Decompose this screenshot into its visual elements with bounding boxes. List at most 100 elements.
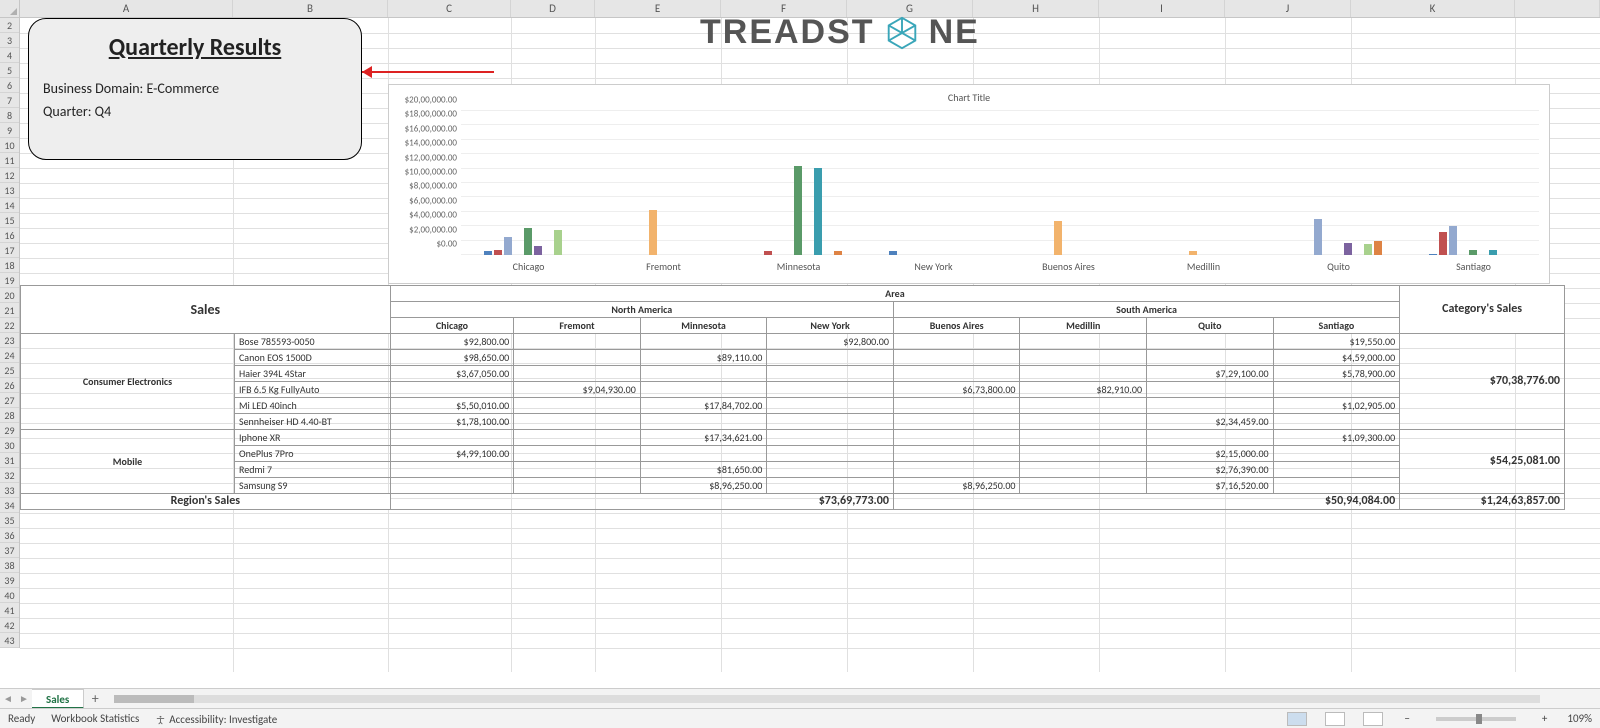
value-cell[interactable]: $2,76,390.00 (1147, 462, 1274, 478)
na-total[interactable]: $73,69,773.00 (390, 494, 893, 510)
callout-box[interactable]: Quarterly Results Business Domain: E-Com… (28, 18, 362, 160)
row-10[interactable]: 10 (0, 138, 19, 153)
value-cell[interactable] (1273, 382, 1400, 398)
col-B[interactable]: B (233, 0, 388, 17)
value-cell[interactable]: $81,650.00 (640, 462, 767, 478)
data-table[interactable]: Sales Area Category's Sales North Americ… (20, 285, 1565, 510)
status-accessibility[interactable]: Accessibility: Investigate (155, 712, 277, 726)
table-row[interactable]: OnePlus 7Pro$4,99,100.00$2,15,000.00 (21, 446, 1565, 462)
row-25[interactable]: 25 (0, 363, 19, 378)
value-cell[interactable] (640, 382, 767, 398)
sa-total[interactable]: $50,94,084.00 (893, 494, 1399, 510)
value-cell[interactable] (390, 478, 514, 494)
value-cell[interactable] (893, 414, 1020, 430)
table-row[interactable]: Samsung S9$8,96,250.00$8,96,250.00$7,16,… (21, 478, 1565, 494)
row-43[interactable]: 43 (0, 633, 19, 648)
region-sa[interactable]: South America (893, 302, 1399, 318)
value-cell[interactable] (767, 398, 894, 414)
row-15[interactable]: 15 (0, 213, 19, 228)
table-row[interactable]: Mi LED 40inch$5,50,010.00$17,84,702.00$1… (21, 398, 1565, 414)
city-header[interactable]: Minnesota (640, 318, 767, 334)
sales-header[interactable]: Sales (21, 286, 391, 334)
row-24[interactable]: 24 (0, 348, 19, 363)
row-3[interactable]: 3 (0, 33, 19, 48)
value-cell[interactable] (767, 462, 894, 478)
table-row[interactable]: IFB 6.5 Kg FullyAuto$9,04,930.00$6,73,80… (21, 382, 1565, 398)
table-row[interactable]: Consumer ElectronicsBose 785593-0050$92,… (21, 334, 1565, 350)
row-27[interactable]: 27 (0, 393, 19, 408)
value-cell[interactable] (514, 430, 641, 446)
value-cell[interactable] (390, 462, 514, 478)
product-cell[interactable]: Haier 394L 4Star (234, 366, 390, 382)
value-cell[interactable] (1147, 350, 1274, 366)
row-16[interactable]: 16 (0, 228, 19, 243)
row-30[interactable]: 30 (0, 438, 19, 453)
value-cell[interactable] (767, 366, 894, 382)
row-headers[interactable]: 2345678910111213141516171819202122232425… (0, 18, 20, 648)
value-cell[interactable] (1273, 446, 1400, 462)
value-cell[interactable]: $5,78,900.00 (1273, 366, 1400, 382)
area-header[interactable]: Area (390, 286, 1399, 302)
cat-sales-header[interactable]: Category's Sales (1400, 286, 1565, 334)
table-row[interactable]: Canon EOS 1500D$98,650.00$89,110.00$4,59… (21, 350, 1565, 366)
value-cell[interactable] (640, 414, 767, 430)
value-cell[interactable] (390, 430, 514, 446)
product-cell[interactable]: Bose 785593-0050 (234, 334, 390, 350)
value-cell[interactable] (514, 350, 641, 366)
row-29[interactable]: 29 (0, 423, 19, 438)
row-42[interactable]: 42 (0, 618, 19, 633)
value-cell[interactable] (1273, 478, 1400, 494)
value-cell[interactable] (767, 350, 894, 366)
row-21[interactable]: 21 (0, 303, 19, 318)
value-cell[interactable]: $1,09,300.00 (1273, 430, 1400, 446)
col-K[interactable]: K (1351, 0, 1515, 17)
value-cell[interactable]: $98,650.00 (390, 350, 514, 366)
value-cell[interactable] (514, 414, 641, 430)
value-cell[interactable] (640, 446, 767, 462)
region-na[interactable]: North America (390, 302, 893, 318)
value-cell[interactable] (893, 334, 1020, 350)
row-34[interactable]: 34 (0, 498, 19, 513)
row-12[interactable]: 12 (0, 168, 19, 183)
city-header[interactable]: Chicago (390, 318, 514, 334)
value-cell[interactable] (514, 446, 641, 462)
row-11[interactable]: 11 (0, 153, 19, 168)
row-17[interactable]: 17 (0, 243, 19, 258)
select-all-triangle[interactable] (0, 0, 20, 18)
row-4[interactable]: 4 (0, 48, 19, 63)
grand-total[interactable]: $1,24,63,857.00 (1400, 494, 1565, 510)
value-cell[interactable]: $4,59,000.00 (1273, 350, 1400, 366)
value-cell[interactable] (1020, 462, 1147, 478)
view-normal-button[interactable] (1287, 712, 1307, 726)
city-header[interactable]: Buenos Aires (893, 318, 1020, 334)
row-32[interactable]: 32 (0, 468, 19, 483)
value-cell[interactable] (893, 350, 1020, 366)
value-cell[interactable]: $8,96,250.00 (893, 478, 1020, 494)
value-cell[interactable] (1020, 398, 1147, 414)
row-2[interactable]: 2 (0, 18, 19, 33)
value-cell[interactable] (640, 366, 767, 382)
value-cell[interactable]: $2,15,000.00 (1147, 446, 1274, 462)
city-header[interactable]: Medillin (1020, 318, 1147, 334)
value-cell[interactable]: $7,29,100.00 (1147, 366, 1274, 382)
add-sheet-button[interactable]: + (84, 690, 106, 707)
status-stats[interactable]: Workbook Statistics (51, 712, 139, 725)
value-cell[interactable] (767, 414, 894, 430)
value-cell[interactable] (1020, 350, 1147, 366)
table-row[interactable]: Haier 394L 4Star$3,67,050.00 $7,29,100.00… (21, 366, 1565, 382)
value-cell[interactable]: $92,800.00 (390, 334, 514, 350)
row-8[interactable]: 8 (0, 108, 19, 123)
value-cell[interactable]: $8,96,250.00 (640, 478, 767, 494)
row-26[interactable]: 26 (0, 378, 19, 393)
region-sales-label[interactable]: Region's Sales (21, 494, 391, 510)
value-cell[interactable] (514, 334, 641, 350)
value-cell[interactable]: $3,67,050.00 (390, 366, 514, 382)
value-cell[interactable]: $17,84,702.00 (640, 398, 767, 414)
product-cell[interactable]: OnePlus 7Pro (234, 446, 390, 462)
row-38[interactable]: 38 (0, 558, 19, 573)
city-header[interactable]: Fremont (514, 318, 641, 334)
value-cell[interactable] (767, 478, 894, 494)
row-28[interactable]: 28 (0, 408, 19, 423)
row-9[interactable]: 9 (0, 123, 19, 138)
city-header[interactable]: New York (767, 318, 894, 334)
